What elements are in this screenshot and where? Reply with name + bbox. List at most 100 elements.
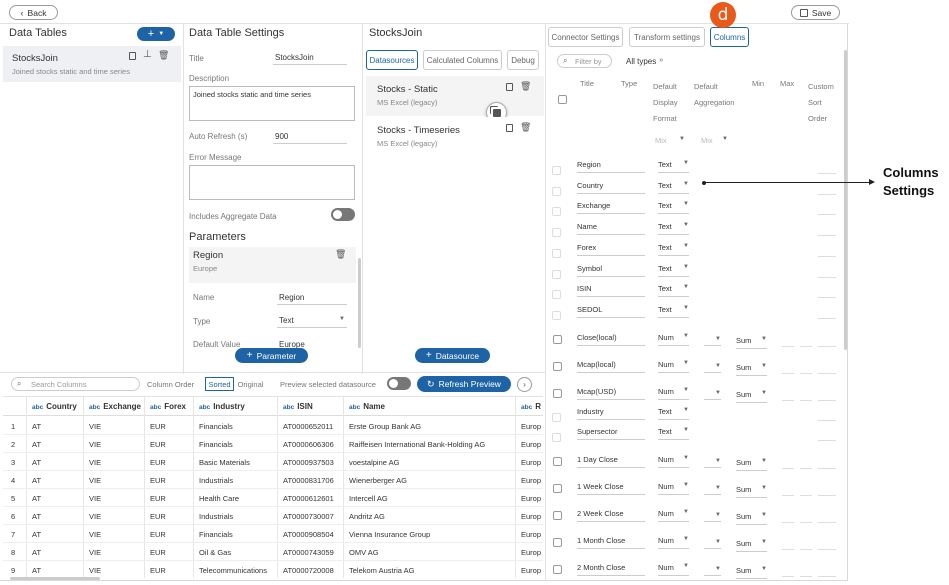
column-format-select[interactable]: ▼ xyxy=(704,336,721,346)
column-aggregation-select[interactable]: Sum ▼ xyxy=(736,363,767,376)
column-type-select[interactable]: Num ▼ xyxy=(658,360,689,373)
param-name-input[interactable]: Region xyxy=(277,291,347,305)
column-aggregation-select[interactable]: Sum ▼ xyxy=(736,458,767,471)
column-type-select[interactable]: Num ▼ xyxy=(658,455,689,468)
aggregate-toggle[interactable] xyxy=(331,208,355,221)
column-checkbox[interactable] xyxy=(553,457,562,466)
column-checkbox[interactable] xyxy=(553,538,562,547)
column-title-input[interactable]: 1 Month Close xyxy=(577,536,645,549)
copy-icon[interactable] xyxy=(129,52,136,60)
column-checkbox[interactable] xyxy=(552,290,561,300)
min-max-input[interactable] xyxy=(782,468,794,469)
column-title-input[interactable]: Supersector xyxy=(577,427,645,441)
column-aggregation-select[interactable]: Sum ▼ xyxy=(736,512,767,525)
column-aggregation-select[interactable]: Sum ▼ xyxy=(736,566,767,579)
column-title-input[interactable]: Mcap(local) xyxy=(577,360,645,373)
column-format-select[interactable]: ▼ xyxy=(704,539,721,549)
all-types-filter[interactable]: All types » xyxy=(626,57,663,66)
bulk-aggregation-select[interactable]: Mix ▼ xyxy=(701,136,728,148)
sorted-button[interactable]: Sorted xyxy=(205,377,234,391)
columns-scrollbar[interactable] xyxy=(844,50,847,350)
parameters-scrollbar[interactable] xyxy=(358,258,361,348)
parameter-item[interactable]: Region Europe 🗑 xyxy=(189,247,356,283)
column-format-select[interactable]: ▼ xyxy=(704,512,721,522)
column-checkbox[interactable] xyxy=(552,207,561,217)
min-max-input[interactable] xyxy=(800,345,812,347)
column-title-input[interactable]: Symbol xyxy=(577,264,645,277)
grid-column-header[interactable]: abc Industry xyxy=(199,402,245,411)
column-type-select[interactable]: Num ▼ xyxy=(658,333,689,346)
custom-sort-input[interactable] xyxy=(818,495,836,496)
column-checkbox[interactable] xyxy=(553,484,562,493)
column-type-select[interactable]: Num ▼ xyxy=(658,563,689,576)
column-format-select[interactable]: ▼ xyxy=(704,390,721,400)
column-type-select[interactable]: Num ▼ xyxy=(658,509,689,522)
column-format-select[interactable]: ▼ xyxy=(704,566,721,576)
add-parameter-button[interactable]: + Parameter xyxy=(235,348,308,363)
column-title-input[interactable]: Country xyxy=(577,181,645,194)
grid-column-header[interactable]: abc Name xyxy=(349,402,385,411)
select-all-checkbox[interactable] xyxy=(558,95,567,104)
min-max-input[interactable] xyxy=(782,495,794,496)
min-max-input[interactable] xyxy=(782,549,794,550)
min-max-input[interactable] xyxy=(800,522,812,523)
custom-sort-input[interactable] xyxy=(818,549,836,550)
column-type-select[interactable]: Text ▼ xyxy=(658,305,689,318)
min-max-input[interactable] xyxy=(800,549,812,550)
tab-connector-settings[interactable]: Connector Settings xyxy=(548,27,623,47)
column-aggregation-select[interactable]: Sum ▼ xyxy=(736,390,767,403)
grid-column-header[interactable]: abc Exchange xyxy=(89,402,141,411)
column-checkbox[interactable] xyxy=(552,166,561,175)
custom-sort-input[interactable] xyxy=(818,317,836,319)
custom-sort-input[interactable] xyxy=(818,193,836,195)
column-checkbox[interactable] xyxy=(552,412,561,422)
min-max-input[interactable] xyxy=(782,372,794,374)
column-type-select[interactable]: Text ▼ xyxy=(658,181,689,194)
scroll-right-button[interactable]: › xyxy=(517,377,532,392)
column-title-input[interactable]: 2 Month Close xyxy=(577,563,645,576)
description-textarea[interactable]: Joined stocks static and time series xyxy=(189,86,355,121)
custom-sort-input[interactable] xyxy=(818,276,836,278)
column-type-select[interactable]: Text ▼ xyxy=(658,243,689,256)
refresh-preview-button[interactable]: ↻ Refresh Preview xyxy=(417,376,511,392)
error-message-textarea[interactable] xyxy=(189,165,355,200)
trash-icon[interactable]: 🗑 xyxy=(158,50,169,61)
column-format-select[interactable]: ▼ xyxy=(704,485,721,495)
column-type-select[interactable]: Text ▼ xyxy=(658,284,689,298)
grid-column-header[interactable]: abc R xyxy=(521,402,541,411)
column-type-select[interactable]: Text ▼ xyxy=(658,427,689,441)
search-columns-input[interactable]: ⌕ Search Columns xyxy=(11,377,140,391)
custom-sort-input[interactable] xyxy=(818,522,836,523)
column-title-input[interactable]: ISIN xyxy=(577,284,645,298)
min-max-input[interactable] xyxy=(782,399,794,401)
min-max-input[interactable] xyxy=(782,345,794,347)
column-title-input[interactable]: Forex xyxy=(577,243,645,256)
bulk-format-select[interactable]: Mix ▼ xyxy=(655,136,685,148)
column-checkbox[interactable] xyxy=(553,511,562,520)
back-button[interactable]: ‹ Back xyxy=(9,5,58,20)
trash-icon[interactable]: 🗑 xyxy=(335,249,346,260)
min-max-input[interactable] xyxy=(800,399,812,401)
preview-toggle[interactable] xyxy=(387,377,411,390)
custom-sort-input[interactable] xyxy=(818,576,836,577)
min-max-input[interactable] xyxy=(800,372,812,374)
column-title-input[interactable]: Exchange xyxy=(577,201,645,215)
custom-sort-input[interactable] xyxy=(818,214,836,216)
tab-debug[interactable]: Debug xyxy=(507,50,539,70)
custom-sort-input[interactable] xyxy=(818,345,836,347)
column-type-select[interactable]: Text ▼ xyxy=(658,222,689,236)
min-max-input[interactable] xyxy=(800,576,812,577)
min-max-input[interactable] xyxy=(800,495,812,496)
original-button[interactable]: Original xyxy=(234,377,267,391)
column-checkbox[interactable] xyxy=(552,248,561,258)
tab-datasources[interactable]: Datasources xyxy=(366,50,418,70)
column-checkbox[interactable] xyxy=(552,269,561,279)
datasource-item[interactable]: Stocks - Static MS Excel (legacy) 🗑 xyxy=(366,76,544,116)
custom-sort-input[interactable] xyxy=(818,468,836,469)
copy-icon[interactable] xyxy=(506,124,513,132)
add-datasource-button[interactable]: + Datasource xyxy=(415,348,490,363)
column-format-select[interactable]: ▼ xyxy=(704,458,721,468)
column-type-select[interactable]: Num ▼ xyxy=(658,482,689,495)
min-max-input[interactable] xyxy=(782,576,794,577)
column-title-input[interactable]: 1 Week Close xyxy=(577,482,645,495)
